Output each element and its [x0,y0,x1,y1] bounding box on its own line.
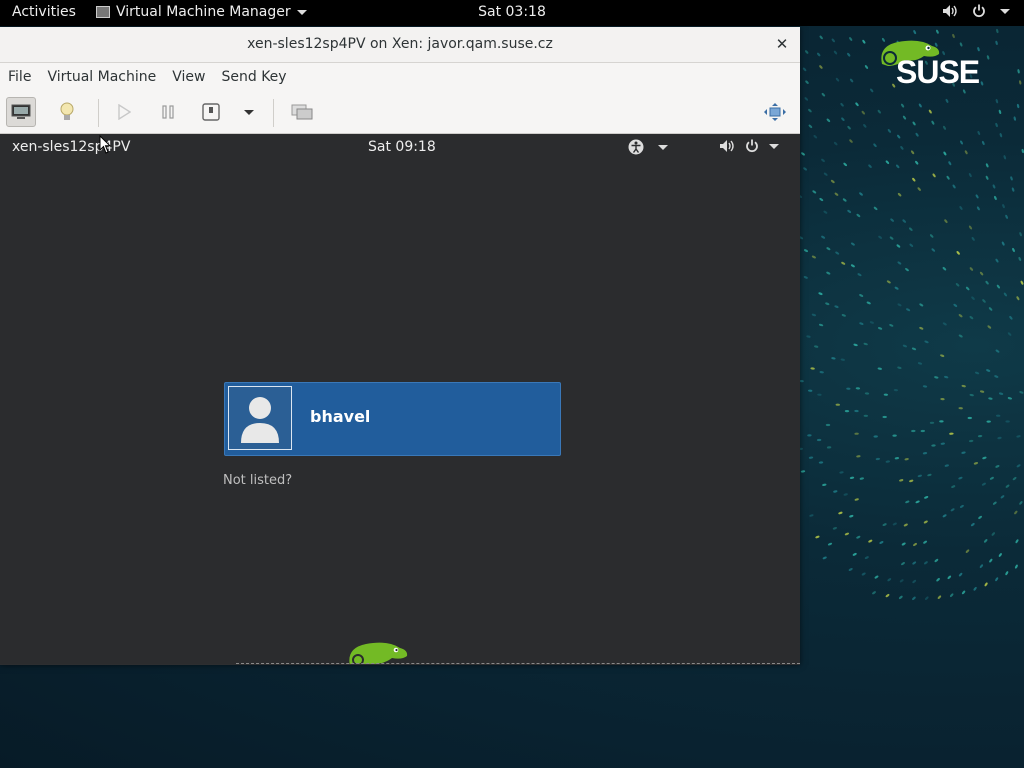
user-name: bhavel [310,407,371,426]
window-titlebar[interactable]: xen-sles12sp4PV on Xen: javor.qam.suse.c… [0,27,800,63]
menu-send-key[interactable]: Send Key [221,69,298,85]
not-listed-link[interactable]: Not listed? [223,473,292,488]
chameleon-logo-icon [349,642,408,664]
details-bulb-icon [60,102,74,120]
shutdown-icon [202,103,220,121]
app-menu[interactable]: Virtual Machine Manager [96,4,307,20]
activities-button[interactable]: Activities [12,4,76,20]
system-menu[interactable] [942,4,1010,18]
menu-virtual-machine[interactable]: Virtual Machine [47,69,168,85]
app-menu-label: Virtual Machine Manager [116,4,291,20]
shutdown-button[interactable] [196,97,226,127]
pause-button[interactable] [153,97,183,127]
accessibility-icon [628,139,644,155]
chevron-down-icon [296,9,307,15]
chevron-down-icon [658,144,668,150]
chevron-down-icon [769,143,779,149]
chevron-down-icon [1000,8,1010,14]
user-avatar-icon [241,397,279,443]
console-button[interactable] [6,97,36,127]
toolbar [0,91,800,134]
guest-top-bar: xen-sles12sp4PV Sat 09:18 [0,134,800,160]
volume-icon [942,4,958,18]
accessibility-menu[interactable] [628,139,668,155]
virt-manager-app-icon [96,6,110,18]
mouse-cursor-icon [99,135,111,154]
menu-bar: File Virtual Machine View Send Key [0,63,800,91]
pause-icon [162,105,174,119]
power-icon [746,139,758,153]
fullscreen-icon [764,103,786,121]
guest-system-menu[interactable] [719,139,779,153]
shutdown-menu-chevron-icon [244,109,254,115]
window-title: xen-sles12sp4PV on Xen: javor.qam.suse.c… [247,36,553,52]
console-icon [11,104,31,119]
close-button[interactable]: ✕ [772,34,792,54]
vm-console-window: xen-sles12sp4PV on Xen: javor.qam.suse.c… [0,27,800,665]
guest-hostname: xen-sles12sp4PV [12,139,131,155]
top-bar: Activities Virtual Machine Manager Sat 0… [0,0,1024,26]
user-list-item[interactable]: bhavel [224,382,561,456]
fullscreen-button[interactable] [760,97,790,127]
snapshots-button[interactable] [287,97,317,127]
divider [236,663,800,664]
details-button[interactable] [52,97,82,127]
top-clock[interactable]: Sat 03:18 [478,4,546,20]
menu-file[interactable]: File [8,69,43,85]
menu-view[interactable]: View [172,69,217,85]
guest-display[interactable]: xen-sles12sp4PV Sat 09:18 bhavel Not lis… [0,134,800,664]
suse-wordmark: SUSE [896,54,980,90]
run-icon [118,104,131,120]
guest-clock[interactable]: Sat 09:18 [368,139,436,155]
suse-logo: SUSE [876,36,988,90]
shutdown-menu-button[interactable] [234,97,264,127]
snapshots-icon [291,104,313,120]
power-icon [972,4,986,18]
avatar [228,386,292,450]
run-button[interactable] [109,97,139,127]
volume-icon [720,140,734,152]
